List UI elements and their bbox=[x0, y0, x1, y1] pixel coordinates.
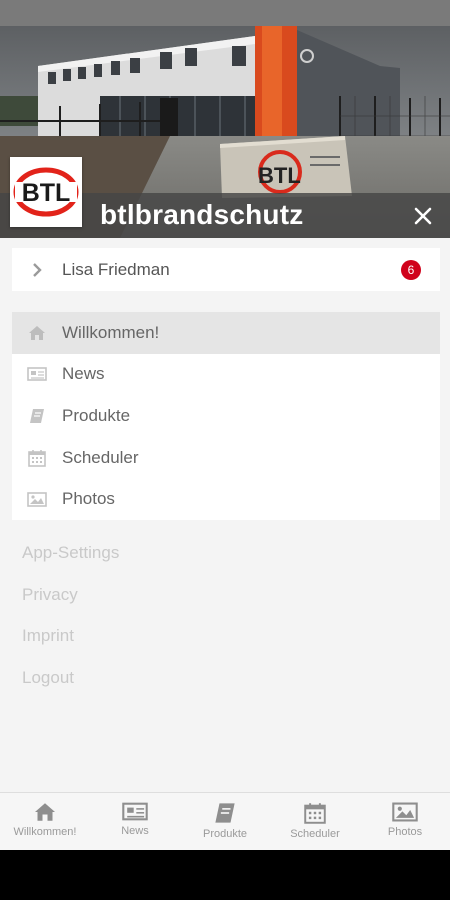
book-icon bbox=[30, 408, 44, 423]
menu-item-scheduler[interactable]: Scheduler bbox=[12, 437, 440, 479]
bottom-tab-bar: Willkommen! News Produkte Scheduler Phot… bbox=[0, 792, 450, 850]
menu-label: Photos bbox=[62, 489, 115, 509]
tab-willkommen[interactable]: Willkommen! bbox=[0, 793, 90, 850]
menu-label: Produkte bbox=[62, 405, 131, 425]
tab-photos[interactable]: Photos bbox=[360, 793, 450, 850]
link-logout[interactable]: Logout bbox=[22, 665, 119, 707]
tab-produkte[interactable]: Produkte bbox=[180, 793, 270, 850]
menu-item-photos[interactable]: Photos bbox=[12, 478, 440, 520]
menu-item-news[interactable]: News bbox=[12, 354, 440, 396]
close-icon bbox=[414, 207, 432, 225]
link-privacy[interactable]: Privacy bbox=[22, 582, 119, 624]
close-button[interactable] bbox=[406, 200, 440, 232]
home-icon bbox=[29, 325, 45, 340]
link-app-settings[interactable]: App-Settings bbox=[22, 540, 119, 582]
tab-label: Willkommen! bbox=[13, 826, 77, 838]
tab-label: Produkte bbox=[202, 828, 248, 840]
app-screen: BTL btlbrandschutz BTL Lisa Friedman 6 W… bbox=[0, 0, 450, 850]
image-icon bbox=[392, 802, 418, 822]
menu-label: Willkommen! bbox=[62, 322, 160, 342]
tab-label: News bbox=[121, 825, 149, 837]
notification-badge: 6 bbox=[401, 259, 421, 280]
menu-label: News bbox=[62, 364, 105, 384]
user-name: Lisa Friedman bbox=[62, 259, 170, 279]
user-profile-row[interactable]: Lisa Friedman 6 bbox=[12, 248, 440, 291]
menu-label: Scheduler bbox=[62, 447, 139, 467]
image-icon bbox=[27, 491, 47, 507]
tab-label: Scheduler bbox=[290, 828, 340, 840]
link-imprint[interactable]: Imprint bbox=[22, 623, 119, 665]
status-bar bbox=[0, 0, 450, 26]
calendar-icon bbox=[28, 449, 46, 467]
secondary-links: App-Settings Privacy Imprint Logout bbox=[22, 540, 119, 706]
calendar-icon bbox=[304, 803, 326, 824]
menu-item-produkte[interactable]: Produkte bbox=[12, 395, 440, 437]
chevron-right-icon bbox=[33, 262, 42, 277]
tab-scheduler[interactable]: Scheduler bbox=[270, 793, 360, 850]
newspaper-icon bbox=[122, 802, 148, 821]
home-icon bbox=[35, 803, 55, 821]
sign-text: BTL bbox=[258, 163, 301, 188]
app-title: btlbrandschutz bbox=[100, 199, 304, 230]
tab-news[interactable]: News bbox=[90, 793, 180, 850]
brand-logo: BTL bbox=[10, 157, 82, 227]
menu-item-willkommen[interactable]: Willkommen! bbox=[12, 312, 440, 354]
newspaper-icon bbox=[27, 367, 47, 382]
logo-text: BTL bbox=[22, 179, 71, 207]
side-menu: Willkommen! News Produkte Scheduler Phot… bbox=[12, 312, 440, 520]
tab-label: Photos bbox=[387, 826, 423, 838]
book-icon bbox=[215, 803, 235, 823]
system-navigation-bar bbox=[0, 850, 450, 900]
